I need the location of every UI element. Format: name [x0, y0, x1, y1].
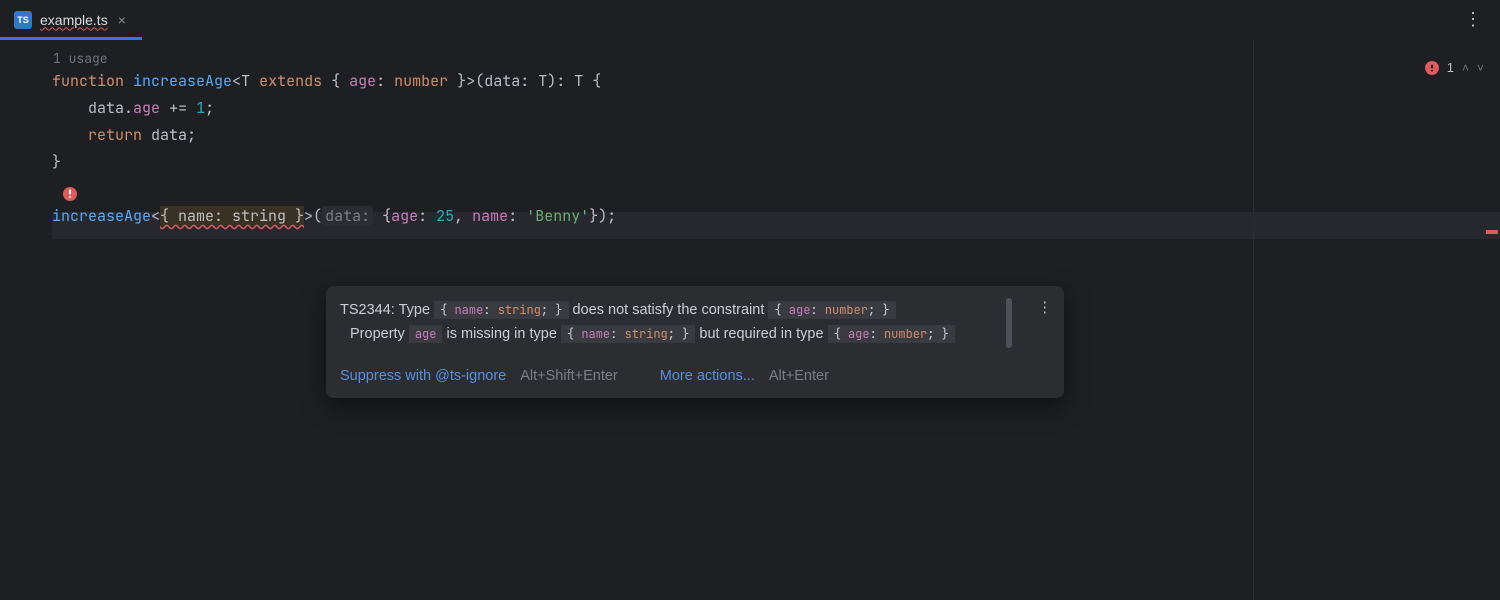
code-line: increaseAge<{ name: string }>(data: {age…: [52, 203, 1500, 230]
suppress-ts-ignore-link[interactable]: Suppress with @ts-ignore: [340, 368, 506, 384]
error-count-widget[interactable]: 1 ˄ ˅: [1425, 60, 1484, 75]
code-line: function increaseAge<T extends { age: nu…: [52, 68, 1500, 95]
error-tooltip: ⋮ TS2344: Type { name: string; } does no…: [326, 286, 1064, 398]
tooltip-scrollbar[interactable]: [1006, 298, 1012, 348]
shortcut-label: Alt+Enter: [769, 368, 829, 384]
prev-error-icon[interactable]: ˄: [1462, 61, 1469, 75]
gutter: [0, 40, 52, 600]
ruler-error-marker[interactable]: [1486, 230, 1498, 234]
usage-hint[interactable]: 1 usage: [52, 50, 1500, 68]
tab-filename: example.ts: [40, 12, 108, 28]
code-line: return data;: [52, 122, 1500, 149]
tooltip-menu-icon[interactable]: ⋮: [1038, 296, 1053, 320]
code-line: data.age += 1;: [52, 95, 1500, 122]
typescript-icon: TS: [14, 11, 32, 29]
inline-code: age: [409, 325, 443, 343]
tooltip-text: : Type: [391, 302, 434, 318]
next-error-icon[interactable]: ˅: [1477, 61, 1484, 75]
tooltip-text: Property age is missing in type { name: …: [340, 322, 1028, 346]
editor[interactable]: 1 usage function increaseAge<T extends {…: [0, 40, 1500, 600]
tooltip-body: ⋮ TS2344: Type { name: string; } does no…: [326, 286, 1064, 358]
kebab-icon: ⋮: [1464, 17, 1482, 23]
inline-code: { name: string; }: [434, 301, 568, 319]
tab-bar: TS example.ts × ⋮: [0, 0, 1500, 40]
shortcut-label: Alt+Shift+Enter: [520, 368, 618, 384]
tooltip-actions: Suppress with @ts-ignore Alt+Shift+Enter…: [326, 358, 1064, 398]
tab-example[interactable]: TS example.ts ×: [0, 0, 142, 39]
inline-code: { name: string; }: [561, 325, 695, 343]
tooltip-text: does not satisfy the constraint: [573, 302, 769, 318]
code-line: }: [52, 149, 1500, 176]
close-icon[interactable]: ×: [116, 12, 128, 28]
error-icon: [1425, 61, 1439, 75]
inlay-hint: data:: [322, 206, 373, 226]
inline-code: { age: number; }: [828, 325, 955, 343]
code-line: [52, 176, 1500, 203]
intention-bulb-icon[interactable]: [62, 186, 78, 207]
inline-code: { age: number; }: [768, 301, 895, 319]
tab-bar-menu-icon[interactable]: ⋮: [1464, 8, 1500, 31]
error-count-number: 1: [1447, 60, 1454, 75]
error-code: TS2344: [340, 302, 391, 318]
more-actions-link[interactable]: More actions...: [660, 368, 755, 384]
